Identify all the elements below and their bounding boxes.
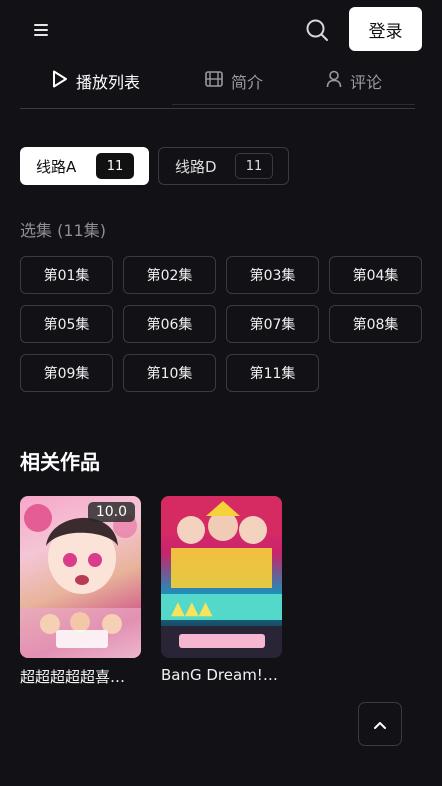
back-to-top-button[interactable] bbox=[358, 702, 402, 746]
chevron-up-icon bbox=[373, 715, 387, 734]
search-icon[interactable] bbox=[305, 18, 329, 42]
episode-button[interactable]: 第04集 bbox=[329, 256, 422, 294]
tab-label: 播放列表 bbox=[76, 73, 141, 92]
episode-button[interactable]: 第02集 bbox=[123, 256, 216, 294]
episode-button[interactable]: 第09集 bbox=[20, 354, 113, 392]
tab-label: 简介 bbox=[231, 73, 264, 92]
episodes-title: 选集 (11集) bbox=[20, 221, 106, 240]
score-badge: 10.0 bbox=[87, 502, 135, 522]
tab-playlist[interactable]: 播放列表 bbox=[52, 62, 140, 100]
related-card[interactable]: 10.0 超超超超超喜… bbox=[20, 496, 141, 687]
episode-button[interactable]: 第08集 bbox=[329, 305, 422, 343]
route-count-badge: 11 bbox=[96, 153, 134, 179]
episode-button[interactable]: 第11集 bbox=[226, 354, 319, 392]
poster-image: 10.0 bbox=[20, 496, 141, 658]
episode-button[interactable]: 第06集 bbox=[123, 305, 216, 343]
route-d-button[interactable]: 线路D 11 bbox=[158, 147, 289, 185]
episode-button[interactable]: 第03集 bbox=[226, 256, 319, 294]
route-count-badge: 11 bbox=[235, 153, 273, 179]
poster-image: ▲▲▲ bbox=[161, 496, 282, 658]
tab-intro[interactable]: 简介 bbox=[205, 62, 263, 100]
play-icon bbox=[52, 70, 68, 92]
episode-button[interactable]: 第07集 bbox=[226, 305, 319, 343]
related-card[interactable]: ▲▲▲ BanG Dream!… bbox=[161, 496, 282, 684]
route-a-button[interactable]: 线路A 11 bbox=[20, 147, 149, 185]
user-icon bbox=[326, 70, 342, 92]
episode-button[interactable]: 第10集 bbox=[123, 354, 216, 392]
route-label: 线路A bbox=[36, 157, 77, 176]
svg-text:▲▲▲: ▲▲▲ bbox=[171, 598, 213, 619]
login-button[interactable]: 登录 bbox=[349, 7, 422, 51]
related-title: 相关作品 bbox=[20, 450, 100, 474]
card-title: 超超超超超喜… bbox=[20, 668, 126, 686]
tab-label: 评论 bbox=[350, 73, 383, 92]
film-icon bbox=[205, 71, 223, 91]
episode-button[interactable]: 第05集 bbox=[20, 305, 113, 343]
route-label: 线路D bbox=[175, 157, 217, 176]
episode-button[interactable]: 第01集 bbox=[20, 256, 113, 294]
tab-divider-inactive bbox=[172, 104, 415, 105]
tab-divider bbox=[20, 108, 415, 109]
tab-comments[interactable]: 评论 bbox=[326, 62, 382, 100]
menu-icon[interactable] bbox=[30, 22, 52, 38]
card-title: BanG Dream!… bbox=[161, 666, 278, 684]
